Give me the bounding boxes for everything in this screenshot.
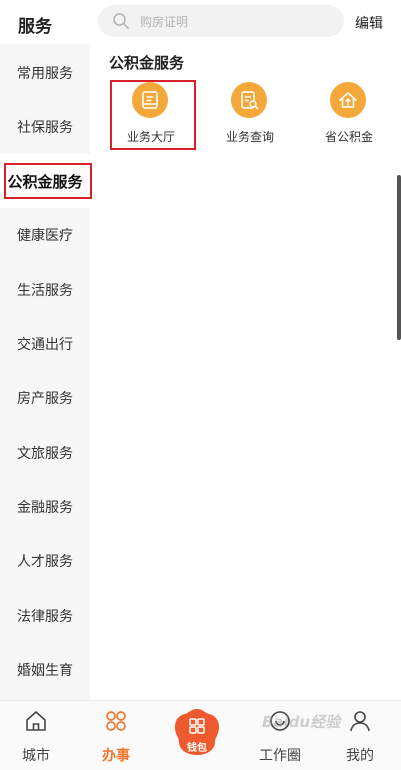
hall-icon [132,82,168,118]
sidebar-item-talent[interactable]: 人才服务 [0,534,90,588]
sidebar-item-life[interactable]: 生活服务 [0,263,90,317]
sidebar-item-social-security[interactable]: 社保服务 [0,100,90,154]
sidebar-item-label: 金融服务 [17,500,73,516]
sidebar-item-label: 交通出行 [17,337,73,353]
sidebar-item-label: 健康医疗 [17,228,73,244]
section-title: 公积金服务 [109,54,185,72]
sidebar-item-finance[interactable]: 金融服务 [0,480,90,534]
sidebar-item-label: 文旅服务 [17,446,73,462]
wallet-button[interactable]: 钱包 [172,707,222,757]
tab-affairs[interactable]: 办事 [86,707,146,764]
sidebar-item-label: 房产服务 [17,391,73,407]
user-icon [350,711,370,732]
search-input[interactable]: 购房证明 [98,5,344,37]
scrollbar[interactable] [397,175,401,340]
service-label: 业务大厅 [126,130,175,144]
sidebar-item-label: 人才服务 [17,554,73,570]
tab-label: 工作圈 [259,748,301,764]
service-panel: 公积金服务 业务大厅 业务查询 省公积金 [98,44,401,700]
home-icon [26,711,46,731]
search-icon [113,13,129,29]
sidebar-item-label: 婚姻生育 [17,663,73,679]
sidebar-item-housing-fund[interactable]: 公积金服务 [0,154,92,208]
tab-label: 办事 [102,748,130,764]
query-icon [231,82,267,118]
sidebar-item-marriage[interactable]: 婚姻生育 [0,643,90,697]
sidebar-item-label: 常用服务 [17,66,73,82]
category-sidebar: 常用服务 社保服务 公积金服务 健康医疗 生活服务 交通出行 房产服务 文旅服务… [0,44,92,700]
service-label: 省公积金 [324,130,373,144]
grid-icon [106,711,126,731]
tab-label: 城市 [22,748,50,764]
service-query-button[interactable]: 业务查询 [204,80,296,152]
watermark: Baidu经验 [262,713,341,731]
sidebar-item-real-estate[interactable]: 房产服务 [0,371,90,425]
sidebar-item-label: 生活服务 [17,283,73,299]
house-icon [330,82,366,118]
tab-city[interactable]: 城市 [6,707,66,764]
tab-label: 我的 [346,748,374,764]
edit-button[interactable]: 编辑 [355,13,383,33]
highlight-box [4,163,92,199]
top-bar: 服务 购房证明 编辑 [0,0,401,44]
bottom-tab-bar: 城市 办事 钱包 工作圈 我的 Baidu经验 [0,700,401,770]
sidebar-item-culture-travel[interactable]: 文旅服务 [0,426,90,480]
wallet-label: 钱包 [187,743,207,754]
service-hall-button[interactable]: 业务大厅 [106,80,198,152]
page-title: 服务 [18,17,52,37]
sidebar-item-label: 法律服务 [17,609,73,625]
service-label: 业务查询 [225,130,274,144]
sidebar-item-transport[interactable]: 交通出行 [0,317,90,371]
sidebar-item-label: 社保服务 [17,120,73,136]
sidebar-item-legal[interactable]: 法律服务 [0,589,90,643]
sidebar-item-common[interactable]: 常用服务 [0,46,90,100]
sidebar-item-health[interactable]: 健康医疗 [0,208,90,262]
search-placeholder: 购房证明 [140,15,189,29]
service-provincial-fund-button[interactable]: 省公积金 [303,80,395,152]
